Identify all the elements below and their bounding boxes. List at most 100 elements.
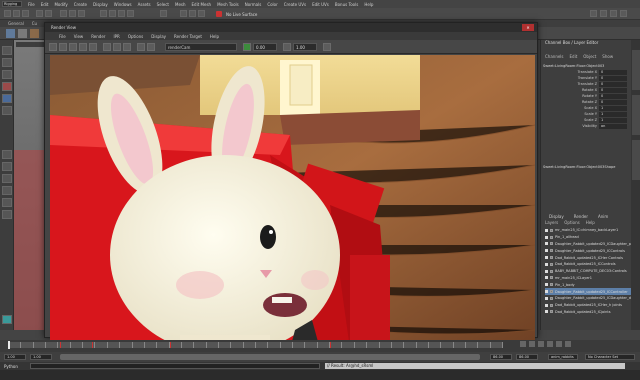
attr-value[interactable]: on [599, 124, 627, 129]
rv-menu-render-target[interactable]: Render Target [174, 34, 202, 39]
layer-row[interactable]: Dad_Rabbit_updated25_ICHer_h joints [545, 302, 631, 309]
tab-channel-box[interactable] [632, 50, 640, 90]
shelf-tool-icon[interactable] [30, 29, 39, 38]
remove-image-icon[interactable] [147, 43, 155, 51]
shelf-tool-icon[interactable] [18, 29, 27, 38]
playback-toggle-icon[interactable] [550, 310, 553, 314]
layer-row[interactable]: Daughter_Rabbit_updated25_ICControls [545, 247, 631, 254]
layer-row[interactable]: Pin_1_allhead [545, 234, 631, 241]
menu-create[interactable]: Create [74, 2, 87, 7]
new-scene-icon[interactable] [4, 10, 11, 17]
layout-four-icon[interactable] [2, 162, 12, 171]
toggle-tool-settings-icon[interactable] [610, 10, 617, 17]
redo-previous-render-icon[interactable] [49, 43, 57, 51]
layer-tab-anim[interactable]: Anim [598, 214, 608, 219]
attr-value[interactable]: 1 [599, 118, 627, 123]
time-slider-track[interactable] [8, 342, 503, 348]
close-icon[interactable]: ✕ [522, 24, 534, 31]
visibility-toggle-icon[interactable] [545, 242, 548, 246]
tab-tool-settings[interactable] [632, 140, 640, 180]
scale-tool-icon[interactable] [2, 106, 12, 115]
toggle-modeling-toolkit-icon[interactable] [590, 10, 597, 17]
attr-value[interactable]: 0 [599, 94, 627, 99]
layout-graph-icon[interactable] [2, 198, 12, 207]
ipr-render-icon[interactable] [189, 10, 196, 17]
gamma-icon[interactable] [283, 43, 291, 51]
visibility-toggle-icon[interactable] [545, 262, 548, 266]
menu-display[interactable]: Display [93, 2, 108, 7]
visibility-toggle-icon[interactable] [545, 303, 548, 307]
menu-create-uvs[interactable]: Create UVs [284, 2, 306, 7]
rv-menu-display[interactable]: Display [151, 34, 166, 39]
snapshot-icon[interactable] [69, 43, 77, 51]
playback-toggle-icon[interactable] [550, 256, 553, 260]
exposure-icon[interactable] [243, 43, 251, 51]
camera-dropdown[interactable]: renderCam [165, 43, 237, 51]
visibility-toggle-icon[interactable] [545, 276, 548, 280]
layer-row[interactable]: Daughter_Rabbit_updated25_ICDaughter_dre [545, 295, 631, 302]
visibility-toggle-icon[interactable] [545, 310, 548, 314]
attr-value[interactable]: 0 [599, 100, 627, 105]
playback-toggle-icon[interactable] [550, 262, 553, 266]
layer-tab-display[interactable]: Display [549, 214, 564, 219]
playback-toggle-icon[interactable] [550, 296, 553, 300]
attr-value[interactable]: 0 [599, 88, 627, 93]
layer-row[interactable]: Daughter_Rabbit_updated25_ICDaughter_phe… [545, 241, 631, 248]
gamma-field[interactable]: 1.00 [293, 43, 317, 51]
script-language-label[interactable]: Python [4, 364, 18, 369]
menu-help[interactable]: Help [364, 2, 373, 7]
rgb-channels-icon[interactable] [103, 43, 111, 51]
render-settings-icon[interactable] [198, 10, 205, 17]
play-back-icon[interactable] [538, 341, 544, 347]
playback-toggle-icon[interactable] [550, 242, 553, 246]
step-forward-icon[interactable] [556, 341, 562, 347]
layer-row[interactable]: mr_main25_ICLayer1 [545, 275, 631, 282]
render-region-icon[interactable] [59, 43, 67, 51]
layer-tab-render[interactable]: Render [574, 214, 588, 219]
visibility-toggle-icon[interactable] [545, 256, 548, 260]
layout-outliner-icon[interactable] [2, 186, 12, 195]
playback-start-field[interactable]: 1.00 [30, 354, 52, 360]
rv-menu-render[interactable]: Render [91, 34, 105, 39]
real-size-icon[interactable] [123, 43, 131, 51]
shelf-tab-general[interactable]: General [8, 21, 24, 26]
menu-windows[interactable]: Windows [114, 2, 132, 7]
go-to-end-icon[interactable] [565, 341, 571, 347]
select-component-icon[interactable] [78, 10, 85, 17]
playback-toggle-icon[interactable] [550, 249, 553, 253]
playback-toggle-icon[interactable] [550, 283, 553, 287]
cb-menu-edit[interactable]: Edit [570, 54, 578, 60]
playback-toggle-icon[interactable] [550, 290, 553, 294]
exposure-field[interactable]: 0.00 [253, 43, 277, 51]
move-tool-icon[interactable] [2, 82, 12, 91]
menu-modify[interactable]: Modify [54, 2, 67, 7]
step-back-icon[interactable] [529, 341, 535, 347]
attr-value[interactable]: 0 [599, 76, 627, 81]
toggle-channel-box-icon[interactable] [620, 10, 627, 17]
menu-mesh[interactable]: Mesh [175, 2, 186, 7]
visibility-toggle-icon[interactable] [545, 235, 548, 239]
attr-value[interactable]: 0 [599, 70, 627, 75]
rv-menu-ipr[interactable]: IPR [113, 34, 119, 39]
rendered-image[interactable] [50, 55, 535, 349]
layer-menu-layers[interactable]: Layers [545, 220, 558, 227]
command-input[interactable] [30, 363, 320, 369]
menu-file[interactable]: File [28, 2, 35, 7]
menu-bonus-tools[interactable]: Bonus Tools [335, 2, 358, 7]
snap-curve-icon[interactable] [109, 10, 116, 17]
visibility-toggle-icon[interactable] [545, 269, 548, 273]
playback-toggle-icon[interactable] [550, 228, 553, 232]
toggle-attribute-editor-icon[interactable] [600, 10, 607, 17]
visibility-toggle-icon[interactable] [545, 283, 548, 287]
keep-image-icon[interactable] [137, 43, 145, 51]
layer-row[interactable]: Dad_Rabbit_updated25_ICHer Controls [545, 254, 631, 261]
construction-history-icon[interactable] [160, 10, 167, 17]
layout-hypershade-icon[interactable] [2, 210, 12, 219]
select-object-icon[interactable] [69, 10, 76, 17]
layer-row[interactable]: Daughter_Rabbit_updated25_ICController [545, 288, 631, 295]
layer-row[interactable]: BABY_RABBIT_COMPUTE_DEC03:Controls [545, 268, 631, 275]
tab-attribute-editor[interactable] [632, 95, 640, 135]
rv-menu-view[interactable]: View [74, 34, 84, 39]
open-scene-icon[interactable] [13, 10, 20, 17]
shelf-tab-cu[interactable]: Cu [32, 21, 37, 26]
